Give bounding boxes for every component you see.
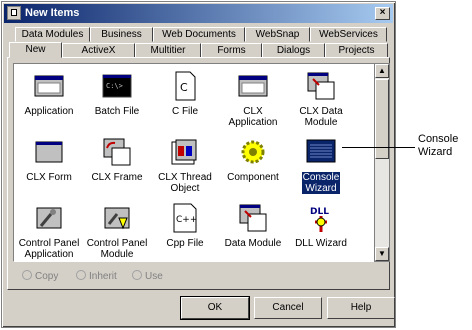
item-label: C File — [171, 106, 199, 117]
list-item-application[interactable]: Application — [16, 70, 82, 117]
items-list[interactable]: Application C:\> Batch File C C File CLX… — [13, 63, 375, 262]
item-label: Cpp File — [166, 238, 204, 249]
tab-web-documents[interactable]: Web Documents — [153, 27, 245, 42]
dll-wizard-icon: DLL — [305, 202, 337, 234]
tab-multitier[interactable]: Multitier — [135, 43, 201, 58]
tab-data-modules[interactable]: Data Modules — [15, 27, 90, 42]
item-label-selected: Console Wizard — [301, 172, 341, 194]
item-label: Control Panel Module — [86, 238, 148, 260]
list-item-clx-form[interactable]: CLX Form — [16, 136, 82, 183]
scroll-down-button[interactable]: ▼ — [375, 247, 389, 261]
clx-application-icon — [237, 70, 269, 102]
tab-new[interactable]: New — [9, 42, 62, 58]
item-label: CLX Frame — [91, 172, 143, 183]
svg-text:C: C — [180, 81, 188, 94]
application-icon — [33, 70, 65, 102]
data-module-icon — [237, 202, 269, 234]
list-item-batch-file[interactable]: C:\> Batch File — [84, 70, 150, 117]
item-label: CLX Application — [228, 106, 278, 128]
control-panel-module-icon — [101, 202, 133, 234]
tab-dialogs[interactable]: Dialogs — [262, 43, 325, 58]
list-item-data-module[interactable]: Data Module — [220, 202, 286, 249]
clx-thread-object-icon — [169, 136, 201, 168]
c-file-icon: C — [169, 70, 201, 102]
clx-data-module-icon — [305, 70, 337, 102]
option-copy-label: Copy — [35, 271, 59, 282]
list-item-component[interactable]: Component — [220, 136, 286, 183]
radio-inherit[interactable] — [76, 270, 86, 280]
item-label: Data Module — [224, 238, 282, 249]
title-bar[interactable]: New Items × — [4, 4, 393, 23]
dialog-title: New Items — [25, 7, 80, 19]
list-item-cpp-file[interactable]: C++ Cpp File — [152, 202, 218, 249]
cpp-file-icon: C++ — [169, 202, 201, 234]
scroll-up-button[interactable]: ▲ — [375, 64, 389, 78]
console-wizard-icon — [305, 136, 337, 168]
item-label: CLX Thread Object — [158, 172, 212, 194]
item-label: DLL Wizard — [295, 238, 347, 249]
dialog-app-icon — [7, 6, 21, 20]
list-item-control-panel-application[interactable]: Control Panel Application — [16, 202, 82, 260]
component-icon — [237, 136, 269, 168]
cancel-button[interactable]: Cancel — [254, 297, 322, 319]
option-use-label: Use — [145, 271, 163, 282]
svg-text:C:\>: C:\> — [106, 82, 123, 90]
batch-file-icon: C:\> — [101, 70, 133, 102]
item-label: Batch File — [94, 106, 140, 117]
item-label: Control Panel Application — [18, 238, 80, 260]
vertical-scrollbar[interactable]: ▲ ▼ — [374, 63, 390, 262]
option-use[interactable]: Use — [132, 270, 163, 282]
control-panel-application-icon — [33, 202, 65, 234]
callout-label: Console Wizard — [418, 133, 459, 158]
tab-websnap[interactable]: WebSnap — [245, 27, 310, 42]
tab-business[interactable]: Business — [90, 27, 153, 42]
close-button[interactable]: × — [375, 7, 390, 20]
list-item-c-file[interactable]: C C File — [152, 70, 218, 117]
option-inherit-label: Inherit — [89, 271, 117, 282]
list-item-clx-thread-object[interactable]: CLX Thread Object — [152, 136, 218, 194]
item-label: Application — [24, 106, 74, 117]
help-button[interactable]: Help — [327, 297, 395, 319]
list-item-clx-data-module[interactable]: CLX Data Module — [288, 70, 354, 128]
tab-forms[interactable]: Forms — [201, 43, 262, 58]
radio-copy[interactable] — [22, 270, 32, 280]
clx-form-icon — [33, 136, 65, 168]
option-copy[interactable]: Copy — [22, 270, 58, 282]
svg-text:DLL: DLL — [310, 207, 329, 217]
item-label: CLX Data Module — [299, 106, 343, 128]
tab-activex[interactable]: ActiveX — [62, 43, 135, 58]
radio-use[interactable] — [132, 270, 142, 280]
list-item-dll-wizard[interactable]: DLL DLL Wizard — [288, 202, 354, 249]
list-item-clx-application[interactable]: CLX Application — [220, 70, 286, 128]
svg-text:C++: C++ — [176, 215, 197, 225]
item-label: Component — [227, 172, 279, 183]
tab-webservices[interactable]: WebServices — [310, 27, 387, 42]
clx-frame-icon — [101, 136, 133, 168]
list-item-control-panel-module[interactable]: Control Panel Module — [84, 202, 150, 260]
item-label: CLX Form — [26, 172, 72, 183]
list-item-clx-frame[interactable]: CLX Frame — [84, 136, 150, 183]
option-inherit[interactable]: Inherit — [76, 270, 117, 282]
tab-projects[interactable]: Projects — [325, 43, 388, 58]
callout-line — [342, 147, 415, 148]
list-item-console-wizard[interactable]: Console Wizard — [288, 136, 354, 194]
ok-button[interactable]: OK — [180, 296, 250, 320]
